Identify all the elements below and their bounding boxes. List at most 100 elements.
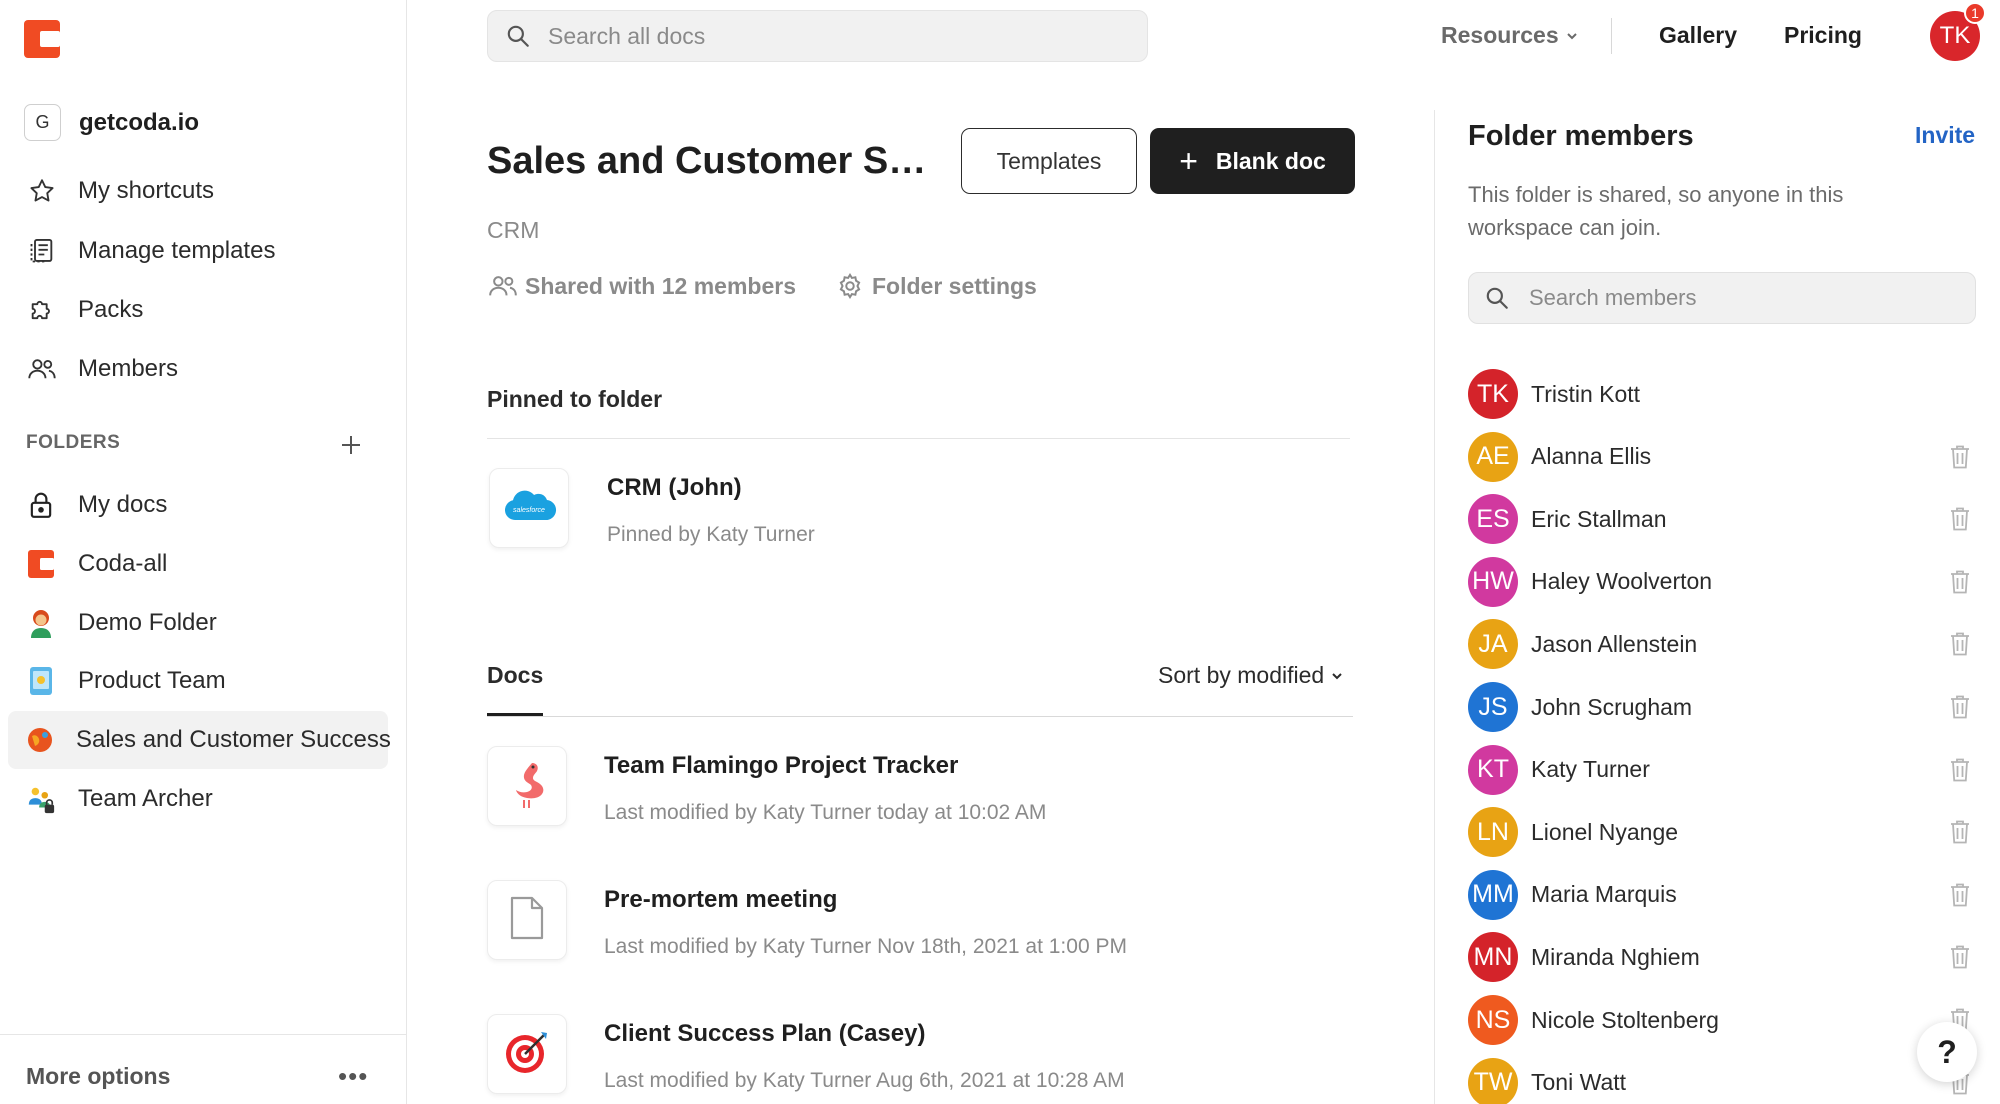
document-icon (509, 896, 545, 945)
gear-icon (834, 270, 866, 302)
doc-tile[interactable] (487, 746, 567, 826)
add-folder-icon[interactable] (336, 430, 366, 460)
member-row[interactable]: TW Toni Watt (1468, 1057, 1976, 1104)
flamingo-icon (504, 759, 550, 814)
folder-item-product-team[interactable]: Product Team (8, 652, 388, 710)
sidebar-item-manage-templates[interactable]: Manage templates (24, 226, 275, 276)
member-row[interactable]: MN Miranda Nghiem (1468, 932, 1976, 983)
pricing-link[interactable]: Pricing (1784, 22, 1862, 49)
folder-item-coda-all[interactable]: Coda-all (8, 535, 388, 593)
doc-title[interactable]: Client Success Plan (Casey) (604, 1020, 925, 1048)
doc-title[interactable]: Team Flamingo Project Tracker (604, 752, 958, 780)
page-title: Sales and Customer Success (487, 140, 947, 182)
folder-label: Team Archer (78, 785, 213, 812)
folder-item-demo-folder[interactable]: Demo Folder (8, 594, 388, 652)
member-name: John Scrugham (1531, 693, 1693, 720)
member-name: Nicole Stoltenberg (1531, 1006, 1719, 1033)
sidebar-item-members[interactable]: Members (24, 344, 178, 394)
resources-menu[interactable]: Resources (1441, 22, 1579, 49)
trash-icon[interactable] (1946, 630, 1974, 658)
coda-icon (26, 549, 56, 579)
svg-text:salesforce: salesforce (513, 507, 545, 514)
more-options[interactable]: More options ••• (0, 1034, 406, 1104)
plus-icon: + (1179, 143, 1198, 179)
search-input[interactable] (548, 22, 1128, 50)
trash-icon[interactable] (1946, 818, 1974, 846)
ellipsis-icon[interactable]: ••• (338, 1061, 368, 1092)
pinned-doc-tile[interactable]: salesforce (489, 468, 569, 548)
people-icon (24, 351, 60, 387)
help-button[interactable]: ? (1917, 1022, 1977, 1082)
pinned-doc-title[interactable]: CRM (John) (607, 474, 742, 502)
member-row[interactable]: KT Katy Turner (1468, 744, 1976, 795)
member-row[interactable]: MM Maria Marquis (1468, 869, 1976, 920)
doc-tile[interactable] (487, 880, 567, 960)
blank-doc-label: Blank doc (1215, 147, 1326, 174)
folder-label: Product Team (78, 667, 226, 694)
member-row[interactable]: AE Alanna Ellis (1468, 431, 1976, 482)
folder-item-team-archer[interactable]: Team Archer (8, 770, 388, 828)
workspace-switcher[interactable]: G getcoda.io (24, 104, 199, 141)
trash-icon[interactable] (1946, 443, 1974, 471)
workspace-badge: G (24, 104, 61, 141)
salesforce-icon: salesforce (501, 486, 557, 531)
member-row[interactable]: NS Nicole Stoltenberg (1468, 995, 1976, 1045)
avatar: MN (1468, 932, 1518, 983)
member-name: Lionel Nyange (1531, 818, 1679, 845)
search-members[interactable] (1468, 272, 1976, 324)
sidebar-item-my-shortcuts[interactable]: My shortcuts (24, 166, 214, 216)
phone-emoji-icon (26, 666, 56, 696)
doc-tile[interactable] (487, 1014, 567, 1094)
search-all-docs[interactable] (487, 10, 1148, 62)
doc-title[interactable]: Pre-mortem meeting (604, 886, 837, 914)
member-row[interactable]: TK Tristin Kott (1468, 369, 1976, 419)
sidebar-item-label: Manage templates (78, 237, 276, 264)
folder-label: Sales and Customer Success (76, 726, 391, 753)
invite-link[interactable]: Invite (1915, 122, 1975, 149)
trash-icon[interactable] (1946, 881, 1974, 909)
shared-label: Shared with 12 members (525, 272, 796, 299)
trash-icon[interactable] (1946, 756, 1974, 784)
avatar: KT (1468, 744, 1518, 795)
folder-label: Demo Folder (78, 609, 217, 636)
globe-emoji-icon (26, 725, 54, 755)
divider (487, 716, 1353, 717)
sidebar-item-packs[interactable]: Packs (24, 285, 143, 335)
people-icon (487, 270, 519, 302)
member-name: Miranda Nghiem (1531, 943, 1700, 970)
templates-icon (24, 233, 60, 269)
chevron-down-icon (1565, 29, 1579, 43)
member-row[interactable]: ES Eric Stallman (1468, 494, 1976, 545)
avatar: JS (1468, 682, 1518, 732)
resources-label: Resources (1441, 22, 1559, 48)
search-members-input[interactable] (1529, 285, 1959, 311)
doc-subtitle: Last modified by Katy Turner today at 10… (604, 801, 1047, 824)
templates-button[interactable]: Templates (961, 128, 1137, 194)
notification-badge[interactable]: 1 (1964, 2, 1986, 24)
shared-members-link[interactable]: Shared with 12 members (487, 270, 796, 302)
coda-logo-icon[interactable] (24, 20, 60, 58)
trash-icon[interactable] (1946, 505, 1974, 533)
sort-dropdown[interactable]: Sort by modified (1158, 662, 1344, 689)
trash-icon[interactable] (1946, 693, 1974, 721)
sidebar-item-label: Members (78, 355, 179, 382)
member-row[interactable]: JS John Scrugham (1468, 682, 1976, 732)
avatar: AE (1468, 431, 1518, 482)
gallery-link[interactable]: Gallery (1659, 22, 1737, 49)
avatar: ES (1468, 494, 1518, 545)
folder-item-sales-and-customer-success[interactable]: Sales and Customer Success (8, 711, 391, 769)
member-name: Jason Allenstein (1531, 630, 1698, 657)
member-name: Tristin Kott (1531, 380, 1641, 407)
puzzle-icon (24, 292, 60, 328)
member-row[interactable]: LN Lionel Nyange (1468, 807, 1976, 858)
tab-docs[interactable]: Docs (487, 662, 543, 689)
folder-settings-link[interactable]: Folder settings (834, 270, 1037, 302)
folder-label: Coda-all (78, 550, 168, 577)
folder-item-my-docs[interactable]: My docs (8, 476, 388, 534)
person-emoji-icon (26, 608, 56, 638)
trash-icon[interactable] (1946, 943, 1974, 971)
trash-icon[interactable] (1946, 568, 1974, 596)
member-row[interactable]: JA Jason Allenstein (1468, 619, 1976, 670)
blank-doc-button[interactable]: + Blank doc (1150, 128, 1355, 194)
member-row[interactable]: HW Haley Woolverton (1468, 556, 1976, 607)
